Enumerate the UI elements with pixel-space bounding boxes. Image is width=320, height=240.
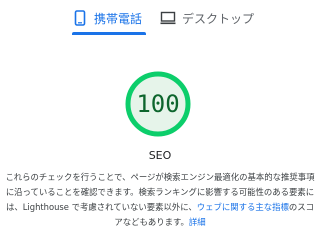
device-tabs: 携帯電話 デスクトップ (0, 0, 320, 36)
category-description: これらのチェックを行うことで、ページが検索エンジン最適化の基本的な推奨事項に沿っ… (2, 170, 318, 230)
tab-desktop[interactable]: デスクトップ (160, 0, 254, 36)
active-tab-indicator (72, 32, 146, 35)
category-title: SEO (148, 149, 172, 162)
seo-score-panel: 携帯電話 デスクトップ 100 SEO これらのチェックを行うことで、ページが検… (0, 0, 320, 240)
tab-desktop-label: デスクトップ (182, 11, 255, 26)
tab-mobile-label: 携帯電話 (94, 11, 143, 26)
learn-more-link[interactable]: 詳細 (189, 217, 206, 227)
tab-mobile[interactable]: 携帯電話 (72, 0, 142, 36)
desktop-icon (160, 10, 176, 26)
seo-score-value: 100 (136, 90, 180, 118)
seo-score-gauge: 100 (125, 71, 191, 137)
core-web-vitals-link[interactable]: ウェブに関する主な指標 (197, 202, 289, 212)
mobile-phone-icon (72, 10, 88, 26)
